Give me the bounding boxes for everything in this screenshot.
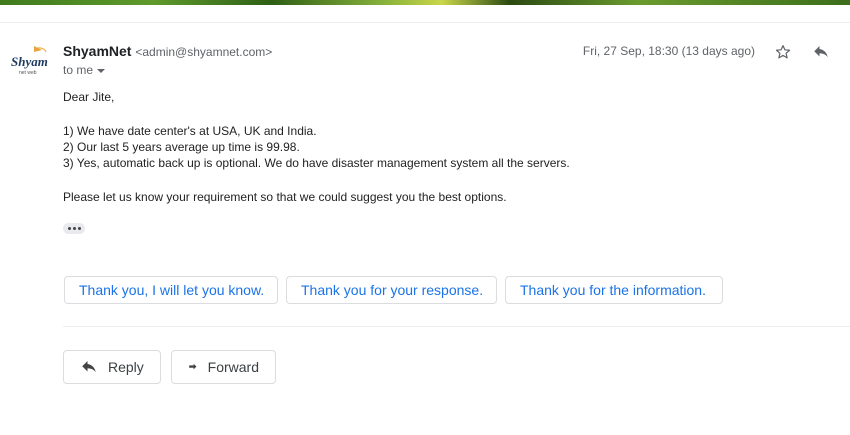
reply-arrow-icon — [814, 46, 828, 58]
greeting-text: Dear Jite, — [63, 90, 115, 104]
body-list: 1) We have date center's at USA, UK and … — [63, 123, 570, 171]
forward-arrow-icon — [189, 363, 197, 370]
recipient-details-toggle[interactable]: to me — [63, 62, 106, 78]
ellipsis-icon-dot — [67, 227, 71, 230]
body-line: 3) Yes, automatic back up is optional. W… — [63, 156, 570, 170]
forward-button-label: Forward — [207, 359, 259, 375]
section-divider — [63, 326, 850, 327]
ellipsis-icon-dot — [77, 227, 81, 230]
avatar-logo-subtext: net web — [19, 70, 37, 76]
show-trimmed-content-button[interactable] — [63, 223, 85, 234]
smart-reply-chip[interactable]: Thank you, I will let you know. — [64, 276, 278, 304]
avatar-logo-text: Shyam — [11, 54, 48, 69]
smart-reply-chip[interactable]: Thank you for your response. — [286, 276, 497, 304]
reply-icon-button[interactable] — [809, 40, 833, 64]
smart-reply-chip[interactable]: Thank you for the information. — [505, 276, 723, 304]
to-label: to me — [63, 63, 94, 77]
message-body: Dear Jite, 1) We have date center's at U… — [63, 89, 570, 205]
sender-name[interactable]: ShyamNet — [63, 43, 131, 59]
sender-line: ShyamNet <admin@shyamnet.com> — [63, 43, 272, 61]
caret-down-icon — [97, 68, 106, 73]
forward-button[interactable]: Forward — [171, 350, 276, 384]
reply-arrow-icon — [82, 361, 96, 373]
body-line: 2) Our last 5 years average up time is 9… — [63, 140, 300, 154]
reply-button-label: Reply — [108, 359, 144, 375]
star-outline-icon — [775, 45, 791, 59]
star-button[interactable] — [771, 40, 795, 64]
reply-button[interactable]: Reply — [63, 350, 161, 384]
header-banner-image — [0, 0, 850, 5]
body-line: 1) We have date center's at USA, UK and … — [63, 124, 317, 138]
sender-avatar: Shyam net web — [10, 44, 50, 78]
message-date: Fri, 27 Sep, 18:30 (13 days ago) — [582, 44, 755, 58]
ellipsis-icon-dot — [72, 227, 76, 230]
closing-text: Please let us know your requirement so t… — [63, 190, 507, 204]
sender-email: <admin@shyamnet.com> — [135, 45, 273, 59]
top-divider — [0, 22, 850, 23]
